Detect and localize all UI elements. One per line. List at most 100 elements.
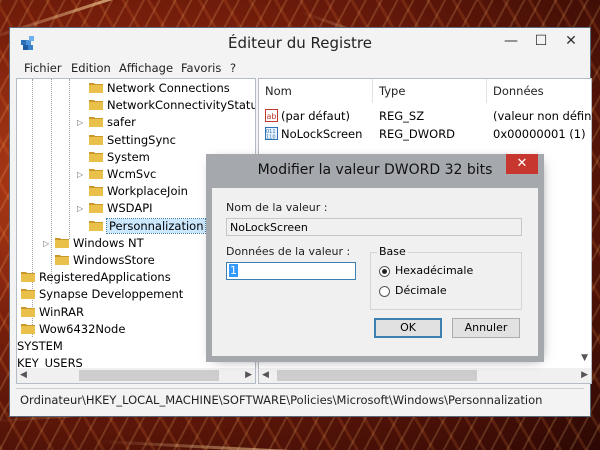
value-data-text: 1 bbox=[229, 264, 238, 277]
tree-item-label: SYSTEM bbox=[17, 339, 63, 353]
scroll-thumb[interactable] bbox=[79, 370, 219, 381]
tree-item[interactable]: System bbox=[89, 149, 150, 166]
scroll-left-icon[interactable]: ◀ bbox=[20, 370, 27, 380]
tree-item[interactable]: WinRAR bbox=[21, 304, 84, 321]
tree-item-label: Wow6432Node bbox=[39, 321, 126, 336]
column-header-data[interactable]: Données bbox=[487, 79, 591, 103]
scroll-right-icon[interactable]: ▶ bbox=[245, 370, 252, 380]
value-name: (par défaut) bbox=[281, 109, 350, 123]
value-data-input[interactable]: 1 bbox=[226, 262, 356, 280]
value-name-label: Nom de la valeur : bbox=[226, 201, 328, 214]
scroll-left-icon[interactable]: ◀ bbox=[262, 370, 269, 380]
tree-item[interactable]: NetworkConnectivityStatu bbox=[89, 97, 256, 114]
expand-arrow-icon[interactable]: ▷ bbox=[77, 114, 83, 131]
maximize-button[interactable]: ☐ bbox=[526, 30, 556, 52]
column-header-type[interactable]: Type bbox=[373, 79, 487, 103]
scroll-thumb[interactable] bbox=[277, 370, 477, 381]
radio-dec[interactable] bbox=[379, 286, 390, 297]
value-row[interactable]: ab (par défaut) REG_SZ (valeur non défin… bbox=[259, 107, 591, 125]
tree-item[interactable]: ▷ WSDAPI bbox=[77, 200, 153, 217]
value-type: REG_DWORD bbox=[379, 127, 456, 141]
scroll-right-icon[interactable]: ▶ bbox=[581, 370, 588, 380]
value-data-label: Données de la valeur : bbox=[226, 245, 351, 258]
tree-item[interactable]: Personnalization bbox=[89, 217, 207, 235]
folder-icon bbox=[89, 151, 103, 162]
svg-text:110: 110 bbox=[266, 135, 276, 141]
cancel-button[interactable]: Annuler bbox=[452, 318, 520, 338]
tree-item-label: safer bbox=[107, 115, 136, 130]
tree-item-label: WindowsStore bbox=[73, 253, 155, 267]
tree-item-label: Network Connections bbox=[107, 81, 230, 95]
tree-item[interactable]: Synapse Developpement bbox=[21, 286, 183, 303]
base-group: Base Hexadécimale Décimale bbox=[370, 245, 522, 310]
tree-item-label: Windows NT bbox=[73, 235, 144, 250]
title-bar[interactable]: Éditeur du Registre — ☐ ✕ bbox=[10, 28, 590, 58]
tree-item[interactable]: SYSTEM bbox=[17, 338, 63, 355]
radio-hex[interactable] bbox=[379, 266, 390, 277]
tree-item-label: SettingSync bbox=[107, 132, 176, 147]
folder-icon bbox=[55, 237, 69, 248]
tree-item-label: WinRAR bbox=[39, 304, 84, 319]
edit-dword-dialog: Modifier la valeur DWORD 32 bits ✕ Nom d… bbox=[206, 154, 544, 356]
value-name: NoLockScreen bbox=[281, 127, 363, 141]
tree-item[interactable]: ▷ safer bbox=[77, 114, 136, 131]
menu-affichage[interactable]: Affichage bbox=[119, 61, 173, 75]
column-header-name[interactable]: Nom bbox=[259, 79, 373, 103]
tree-item[interactable]: SettingSync bbox=[89, 132, 176, 149]
tree-item[interactable]: Wow6432Node bbox=[21, 321, 125, 338]
tree-item-label: WSDAPI bbox=[107, 201, 153, 216]
close-button[interactable]: ✕ bbox=[556, 30, 586, 52]
folder-icon bbox=[89, 83, 103, 93]
tree-item-label: NetworkConnectivityStatu bbox=[107, 98, 256, 113]
folder-icon bbox=[89, 134, 103, 145]
folder-icon bbox=[89, 100, 103, 111]
expand-arrow-icon[interactable]: ▷ bbox=[43, 235, 49, 252]
folder-icon bbox=[55, 255, 69, 265]
menu-edition[interactable]: Edition bbox=[71, 61, 111, 75]
string-value-icon: ab bbox=[265, 109, 278, 122]
folder-icon bbox=[21, 323, 35, 334]
folder-icon bbox=[21, 289, 35, 300]
folder-icon bbox=[89, 186, 103, 197]
tree-item[interactable]: Network Connections bbox=[89, 80, 230, 97]
tree-horizontal-scrollbar[interactable]: ◀ ▶ bbox=[17, 368, 255, 383]
folder-icon bbox=[21, 272, 35, 283]
tree-item[interactable]: ▷ WcmSvc bbox=[77, 166, 157, 183]
value-type: REG_SZ bbox=[379, 109, 425, 123]
folder-icon bbox=[21, 306, 35, 317]
ok-button[interactable]: OK bbox=[374, 318, 442, 338]
menu-fichier[interactable]: Fichier bbox=[24, 61, 62, 75]
dialog-title-bar[interactable]: Modifier la valeur DWORD 32 bits ✕ bbox=[206, 154, 544, 188]
tree-item[interactable]: ▷ Windows NT bbox=[43, 235, 144, 252]
tree-item[interactable]: WindowsStore bbox=[55, 252, 155, 269]
menu-favoris[interactable]: Favoris bbox=[181, 61, 221, 75]
folder-icon bbox=[89, 117, 103, 128]
tree-item[interactable]: WorkplaceJoin bbox=[89, 183, 188, 200]
tree-item-label: Personnalization bbox=[105, 217, 207, 234]
menu-help[interactable]: ? bbox=[230, 61, 236, 75]
minimize-button[interactable]: — bbox=[496, 30, 526, 52]
radio-hex-label[interactable]: Hexadécimale bbox=[395, 264, 473, 277]
tree-item-label: WcmSvc bbox=[107, 167, 157, 181]
dialog-title: Modifier la valeur DWORD 32 bits bbox=[257, 162, 493, 178]
tree-item-label: Synapse Developpement bbox=[39, 287, 184, 302]
tree-item-label: WorkplaceJoin bbox=[107, 184, 188, 199]
tree-item[interactable]: RegisteredApplications bbox=[21, 269, 171, 286]
dialog-close-button[interactable]: ✕ bbox=[506, 154, 538, 174]
value-name-field: NoLockScreen bbox=[226, 218, 522, 236]
radio-dec-label[interactable]: Décimale bbox=[395, 284, 447, 297]
list-horizontal-scrollbar[interactable]: ◀ ▶ bbox=[259, 368, 591, 383]
base-legend: Base bbox=[377, 245, 408, 258]
tree-item-label: RegisteredApplications bbox=[39, 270, 171, 285]
value-row[interactable]: 011 110 NoLockScreen REG_DWORD 0x0000000… bbox=[259, 125, 591, 143]
folder-icon bbox=[89, 203, 103, 214]
value-data: (valeur non définie) bbox=[493, 109, 591, 123]
svg-text:ab: ab bbox=[267, 112, 277, 121]
folder-icon bbox=[89, 220, 103, 231]
expand-arrow-icon[interactable]: ▷ bbox=[77, 166, 83, 183]
folder-icon bbox=[89, 169, 103, 179]
menu-bar: Fichier Edition Affichage Favoris ? bbox=[10, 58, 590, 78]
scroll-down-icon[interactable]: ▼ bbox=[581, 353, 588, 363]
expand-arrow-icon[interactable]: ▷ bbox=[77, 200, 83, 217]
dword-value-icon: 011 110 bbox=[265, 127, 278, 140]
